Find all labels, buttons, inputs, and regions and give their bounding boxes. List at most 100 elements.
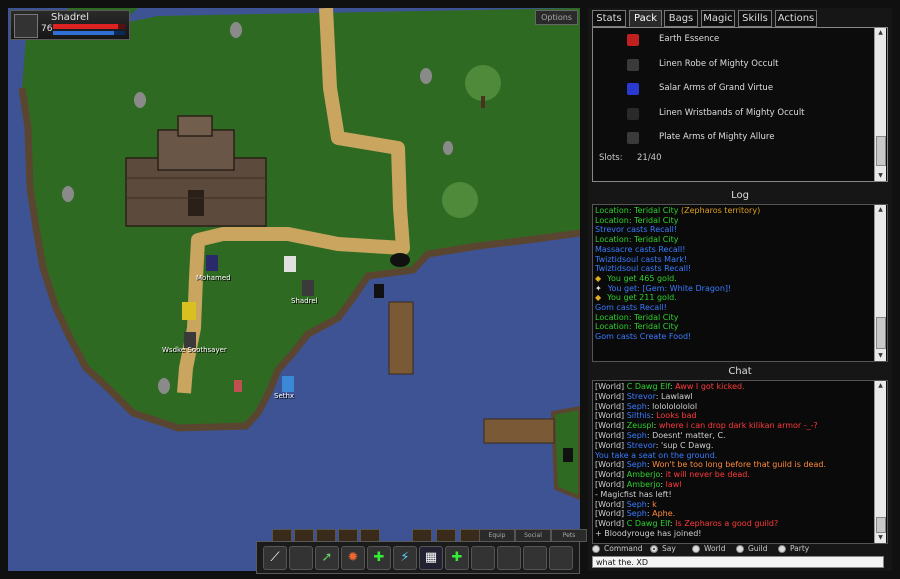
scroll-up-icon[interactable]: ▲ [875, 28, 886, 38]
message-text: Strevor casts Recall! [595, 225, 678, 235]
empty-slot-icon[interactable] [497, 546, 521, 570]
channel-label: Guild [748, 544, 768, 553]
log-line: Twiztidsoul casts Recall! [595, 264, 691, 273]
tab-stats[interactable]: Stats [592, 10, 626, 27]
message-text: Twiztidsoul casts Mark! [595, 254, 688, 264]
chat-line: [World] Strevor: 'sup C Dawg. [595, 441, 713, 450]
scroll-up-icon[interactable]: ▲ [875, 381, 886, 391]
message-text: it will never be dead. [665, 470, 750, 480]
character-panel: Shadrel 76 [10, 10, 130, 40]
tab-pack[interactable]: Pack [629, 10, 662, 27]
wand-icon[interactable]: ⟋ [263, 546, 287, 570]
player-label[interactable]: Sethx [274, 392, 294, 400]
world-map[interactable] [8, 8, 580, 571]
pack-inventory: Earth Essence Linen Robe of Mighty Occul… [592, 27, 888, 182]
radio-icon[interactable] [650, 545, 658, 553]
arms-icon [627, 83, 639, 95]
log-line: Location: Teridal City [595, 322, 678, 331]
heal-icon[interactable]: ✚ [367, 546, 391, 570]
fire-icon[interactable]: ✹ [341, 546, 365, 570]
player-label[interactable]: Wsdke Soothsayer [162, 346, 227, 354]
log-line: Location: Teridal City [595, 313, 678, 322]
message-text: Strevor [626, 440, 656, 450]
log-line: Massacre casts Recall! [595, 245, 685, 254]
empty-slot-icon[interactable] [523, 546, 547, 570]
chat-title: Chat [728, 366, 752, 377]
chat-line: [World] Seph: Won't be too long before t… [595, 460, 826, 469]
scroll-up-icon[interactable]: ▲ [875, 205, 886, 215]
chat-input[interactable]: what the. XD [592, 556, 884, 568]
chat-line: [World] Zeuspl: where i can drop dark ki… [595, 421, 818, 430]
empty-slot-icon[interactable] [549, 546, 573, 570]
channel-say[interactable]: Say [650, 544, 676, 553]
message-text: Twiztidsoul casts Recall! [595, 264, 692, 274]
radio-icon[interactable] [592, 545, 600, 553]
chat-line: [World] Amberjo: lawl [595, 480, 682, 489]
log-line: Strevor casts Recall! [595, 225, 677, 234]
message-text: [World] [595, 480, 627, 489]
log-title: Log [731, 190, 749, 201]
pack-scrollbar[interactable]: ▲ ▼ [874, 28, 886, 181]
radio-icon[interactable] [736, 545, 744, 553]
scroll-down-icon[interactable]: ▼ [875, 171, 886, 181]
player-label[interactable]: Mohamed [196, 274, 231, 282]
log-line: Twiztidsoul casts Mark! [595, 255, 687, 264]
tab-skills[interactable]: Skills [738, 10, 772, 27]
chat-scrollbar[interactable]: ▲ ▼ [874, 381, 886, 543]
mana-bar [53, 31, 125, 35]
chat-line: [World] C Dawg Elf: Is Zepharos a good g… [595, 519, 778, 528]
message-text: Seph [626, 499, 647, 509]
message-text: Silthis [626, 411, 651, 421]
radio-icon[interactable] [692, 545, 700, 553]
character-level: 76 [41, 24, 53, 34]
message-text: Seph [626, 401, 647, 411]
hotbar: ⟋ ➚ ✹ ✚ ⚡ ▦ ✚ [256, 541, 580, 574]
log-line: ◆ You get 211 gold. [595, 293, 677, 302]
message-text: Location: Teridal City [595, 235, 679, 245]
log-line: ◆ You get 465 gold. [595, 274, 677, 283]
message-text: C Dawg Elf [626, 519, 670, 529]
tab-actions[interactable]: Actions [775, 10, 817, 27]
lightning-icon[interactable]: ⚡ [393, 546, 417, 570]
chat-line: [World] Seph: lolololololol [595, 402, 697, 411]
player-label[interactable]: Shadrel [291, 297, 318, 305]
message-text: [World] [595, 391, 627, 401]
scroll-thumb[interactable] [876, 317, 886, 349]
channel-party[interactable]: Party [778, 544, 809, 553]
empty-slot-icon[interactable] [471, 546, 495, 570]
chat-line: [World] Seph: Aphe. [595, 509, 675, 518]
chat-line: [World] C Dawg Elf: Aww I got kicked. [595, 382, 745, 391]
chat-line: - Magicfist has left! [595, 490, 672, 499]
slots-value: 21/40 [637, 153, 662, 163]
scroll-down-icon[interactable]: ▼ [875, 351, 886, 361]
message-text: Is Zepharos a good guild? [675, 519, 779, 529]
game-viewport[interactable]: Shadrel 76 Options Mohamed Shadrel Wsdke… [8, 8, 580, 571]
log-scrollbar[interactable]: ▲ ▼ [874, 205, 886, 361]
message-text: Aww I got kicked. [675, 382, 745, 391]
options-button[interactable]: Options [535, 10, 578, 25]
channel-command[interactable]: Command [592, 544, 643, 553]
scroll-thumb[interactable] [876, 136, 886, 166]
message-text: [World] [595, 460, 627, 470]
scroll-down-icon[interactable]: ▼ [875, 533, 886, 543]
message-text: Seph [626, 431, 647, 440]
message-text: [World] [595, 499, 627, 509]
channel-label: Say [662, 544, 676, 553]
tab-bags[interactable]: Bags [664, 10, 698, 27]
scroll-thumb[interactable] [876, 517, 886, 533]
heal-icon[interactable]: ✚ [445, 546, 469, 570]
message-text: : Lawlawl [655, 391, 693, 401]
empty-slot-icon[interactable] [289, 546, 313, 570]
arrow-icon[interactable]: ➚ [315, 546, 339, 570]
message-text: Strevor [626, 391, 656, 401]
channel-world[interactable]: World [692, 544, 726, 553]
net-icon[interactable]: ▦ [419, 546, 443, 570]
radio-icon[interactable] [778, 545, 786, 553]
character-avatar [14, 14, 38, 38]
tab-magic[interactable]: Magic [701, 10, 735, 27]
message-text: where i can drop dark kilikan armor -_-? [658, 421, 818, 431]
channel-guild[interactable]: Guild [736, 544, 768, 553]
channel-label: Command [604, 544, 643, 553]
log-panel: Gom casts Create Food! Location: Teridal … [592, 204, 888, 362]
chat-line: [World] Amberjo: it will never be dead. [595, 470, 750, 479]
